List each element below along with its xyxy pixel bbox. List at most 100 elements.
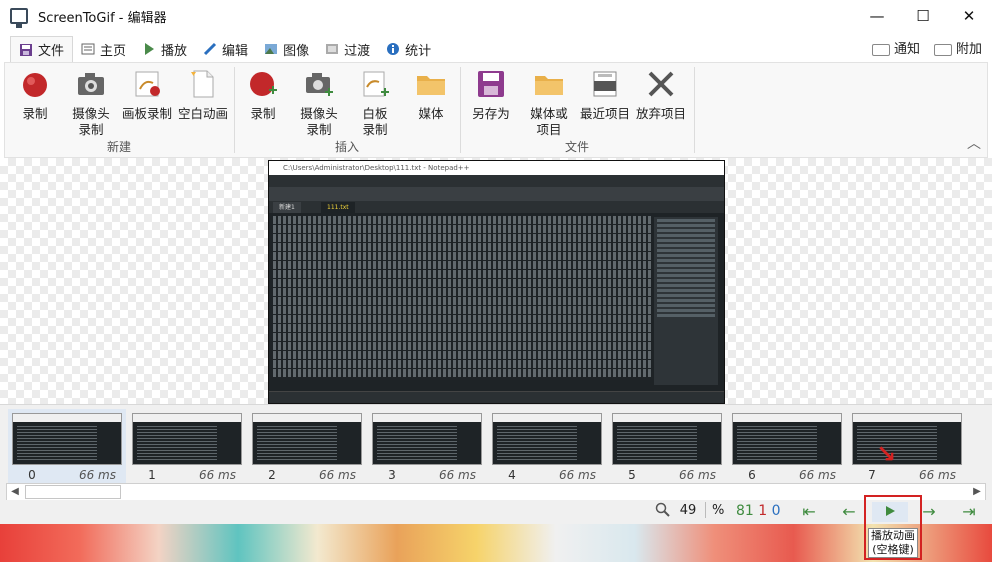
home-icon (81, 43, 95, 55)
scroll-left-icon[interactable]: ◀ (7, 484, 23, 500)
board-add-icon (363, 71, 389, 97)
board-icon (135, 71, 160, 97)
notify-label: 通知 (893, 42, 920, 57)
group-label-new: 新建 (106, 140, 131, 154)
record-icon (23, 73, 47, 97)
preview-tab: 111.txt (321, 202, 355, 213)
preview-tabs: 新建1 111.txt (269, 201, 724, 213)
save-as-button[interactable]: 另存为 (461, 69, 521, 122)
zoom-divider (705, 502, 706, 518)
record-button[interactable]: 录制 (5, 69, 65, 122)
tab-label: 播放 (161, 43, 188, 59)
attach-icon (933, 43, 952, 56)
tooltip-line: (空格键) (872, 543, 914, 556)
insert-board-button[interactable]: 白板 录制 (345, 69, 405, 138)
frame-thumbnail-image (852, 413, 962, 465)
tab-play[interactable]: 播放 (134, 36, 195, 62)
frame-thumbnail[interactable]: 7 66 ms (848, 409, 966, 485)
group-label-file: 文件 (564, 140, 589, 154)
frame-index: 4 (508, 468, 516, 482)
zoom-icon[interactable] (655, 502, 671, 518)
maximize-button[interactable]: ☐ (900, 0, 946, 32)
frame-thumbnail[interactable]: 2 66 ms (248, 409, 366, 485)
record-label: 录制 (22, 106, 48, 121)
preview-minimap (654, 217, 718, 385)
close-button[interactable]: ✕ (946, 0, 992, 32)
preview-status-bar (269, 391, 724, 403)
webcam-record-button[interactable]: 摄像头 录制 (61, 69, 121, 138)
board-record-label: 画板录制 (121, 106, 172, 121)
insert-webcam-label: 摄像头 录制 (300, 106, 338, 137)
frame-delay: 66 ms (558, 468, 596, 482)
frame-delay: 66 ms (198, 468, 236, 482)
frame-delay: 66 ms (318, 468, 356, 482)
desktop-background (0, 524, 992, 562)
last-frame-icon[interactable]: ⇥ (954, 502, 984, 522)
group-insert: 录制 摄像头 录制 白板 录制 媒体 插入 (235, 63, 459, 157)
preview-title: C:\Users\Administrator\Desktop\111.txt -… (269, 161, 724, 175)
scroll-right-icon[interactable]: ▶ (969, 484, 985, 500)
frame-thumbnail-image (492, 413, 602, 465)
tooltip-line: 播放动画 (871, 529, 915, 542)
frame-delay: 66 ms (78, 468, 116, 482)
tab-home[interactable]: 主页 (73, 36, 134, 62)
tab-transition[interactable]: 过渡 (317, 36, 378, 62)
preview-tab: 新建1 (273, 202, 301, 213)
blank-animation-button[interactable]: 空白动画 (173, 69, 233, 122)
collapse-ribbon-icon[interactable]: ︿ (967, 133, 981, 153)
tab-edit[interactable]: 编辑 (195, 36, 256, 62)
previous-frame-icon[interactable]: ← (834, 502, 864, 522)
timeline-scrollbar[interactable]: ◀ ▶ (6, 483, 986, 501)
frame-thumbnail[interactable]: 6 66 ms (728, 409, 846, 485)
insert-media-button[interactable]: 媒体 (401, 69, 461, 122)
folder-open-icon (535, 76, 563, 95)
recent-projects-button[interactable]: 最近项目 (575, 69, 635, 122)
frame-delay: 66 ms (438, 468, 476, 482)
insert-media-label: 媒体 (418, 106, 444, 121)
zoom-value[interactable]: 49 (677, 503, 699, 518)
frame-canvas: C:\Users\Administrator\Desktop\111.txt -… (0, 158, 992, 404)
board-record-button[interactable]: 画板录制 (117, 69, 177, 122)
tab-statistics[interactable]: 统计 (378, 36, 439, 62)
save-icon (20, 43, 32, 56)
tab-label: 图像 (283, 43, 310, 59)
insert-record-button[interactable]: 录制 (233, 69, 293, 122)
frame-index: 2 (268, 468, 276, 482)
frame-thumbnail[interactable]: 0 66 ms (8, 409, 126, 485)
annotation-arrow-icon: ↘ (876, 440, 897, 468)
ribbon-panel: 录制 摄像头 录制 画板录制 空白动画 新建 录制 摄像头 录制 白板 录制 媒… (4, 62, 988, 158)
frame-index: 6 (748, 468, 756, 482)
frame-thumbnail-image (732, 413, 842, 465)
ribbon-tabs: 文件 主页 播放 编辑 图像 过渡 统计 通知 附加 (0, 36, 992, 62)
tab-image[interactable]: 图像 (256, 36, 317, 62)
scrollbar-thumb[interactable] (25, 485, 121, 499)
discard-project-label: 放弃项目 (635, 106, 686, 121)
transition-icon (326, 44, 339, 54)
preview-text-lines (269, 215, 653, 389)
frame-thumbnail[interactable]: 4 66 ms (488, 409, 606, 485)
media-or-project-button[interactable]: 媒体或 项目 (519, 69, 579, 138)
insert-webcam-button[interactable]: 摄像头 录制 (289, 69, 349, 138)
app-icon (10, 8, 28, 28)
frame-thumbnail-image (372, 413, 482, 465)
frame-thumbnail[interactable]: 3 66 ms (368, 409, 486, 485)
frame-delay: 66 ms (918, 468, 956, 482)
frame-thumbnail[interactable]: 5 66 ms (608, 409, 726, 485)
group-file: 另存为 媒体或 项目 最近项目 放弃项目 文件 (461, 63, 693, 157)
notify-button[interactable]: 通知 (871, 38, 920, 57)
minimize-button[interactable]: — (854, 0, 900, 32)
tab-label: 统计 (405, 43, 432, 59)
tab-file[interactable]: 文件 (10, 36, 74, 62)
discard-project-button[interactable]: 放弃项目 (631, 69, 691, 122)
frame-thumbnail[interactable]: 1 66 ms (128, 409, 246, 485)
image-icon (265, 44, 278, 54)
attach-button[interactable]: 附加 (933, 38, 982, 57)
record-add-icon (250, 72, 277, 96)
frame-delay: 66 ms (678, 468, 716, 482)
first-frame-icon[interactable]: ⇤ (794, 502, 824, 522)
tab-label: 编辑 (222, 43, 249, 59)
frame-counts: 81 1 0 (736, 503, 781, 519)
webcam-record-label: 摄像头 录制 (72, 106, 110, 137)
frame-thumbnail-image (12, 413, 122, 465)
insert-record-label: 录制 (250, 106, 276, 121)
